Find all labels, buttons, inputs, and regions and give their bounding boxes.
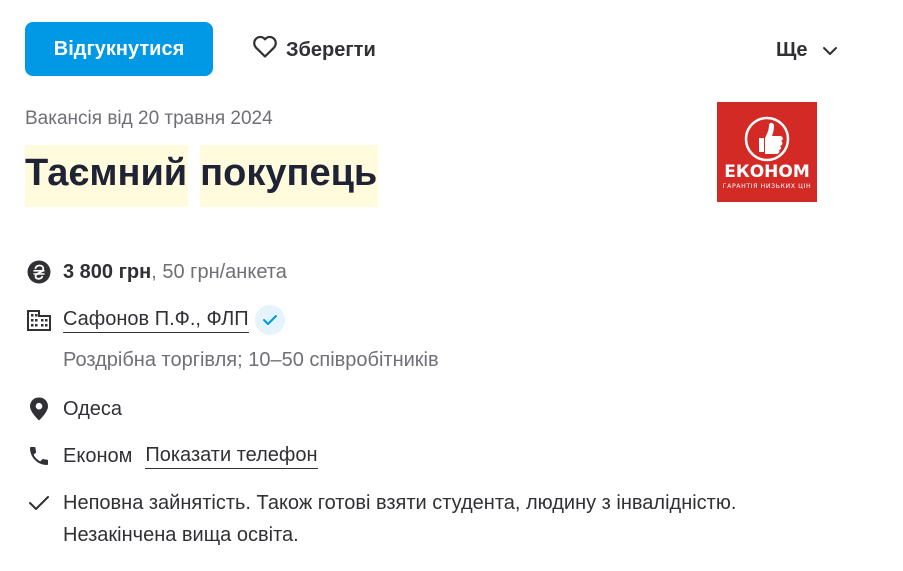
location-row: Одеса [25, 395, 122, 423]
more-menu-button[interactable]: Ще [776, 34, 838, 66]
respond-button[interactable]: Відгукнутися [25, 22, 213, 76]
phone-icon [25, 442, 53, 470]
employment-row: Неповна зайнятість. Також готові взяти с… [25, 489, 736, 551]
company-row: Сафонов П.Ф., ФЛП [25, 305, 285, 335]
company-logo[interactable]: ЕКОНОМ ГАРАНТІЯ НИЗЬКИХ ЦІН [717, 102, 817, 202]
page-title: Таємний покупець [25, 145, 379, 207]
checkmark-icon [25, 489, 53, 517]
employment-text-line1: Неповна зайнятість. Також готові взяти с… [63, 492, 737, 514]
page-title-word: Таємний [25, 145, 189, 207]
location-text: Одеса [63, 397, 123, 420]
salary-row: 3 800 грн , 50 грн/анкета [25, 258, 287, 286]
company-meta: Роздрібна торгівля; 10–50 співробітників [63, 349, 439, 371]
contact-name: Економ [63, 444, 133, 467]
show-phone-link[interactable]: Показати телефон [145, 444, 318, 469]
salary-amount: 3 800 грн [63, 260, 152, 283]
action-bar: Відгукнутися Зберегти Ще [0, 0, 903, 100]
more-button-label: Ще [776, 38, 808, 61]
vacancy-date: Вакансія від 20 травня 2024 [25, 108, 273, 129]
hryvnia-icon [25, 258, 53, 286]
verified-check-icon [254, 305, 285, 335]
salary-extra: , 50 грн/анкета [151, 260, 287, 283]
contact-row: Економ Показати телефон [25, 442, 318, 470]
page-title-word: покупець [200, 145, 379, 207]
save-button-label: Зберегти [286, 38, 376, 61]
save-button[interactable]: Зберегти [252, 34, 376, 66]
chevron-down-icon [822, 39, 838, 62]
logo-brand-text: ЕКОНОМ [724, 162, 810, 182]
building-icon [25, 306, 53, 334]
heart-icon [252, 35, 278, 65]
location-pin-icon [25, 395, 53, 423]
employment-text-line2: Незакінчена вища освіта. [63, 524, 299, 546]
logo-slogan-text: ГАРАНТІЯ НИЗЬКИХ ЦІН [723, 183, 812, 190]
company-name-link[interactable]: Сафонов П.Ф., ФЛП [63, 308, 249, 333]
